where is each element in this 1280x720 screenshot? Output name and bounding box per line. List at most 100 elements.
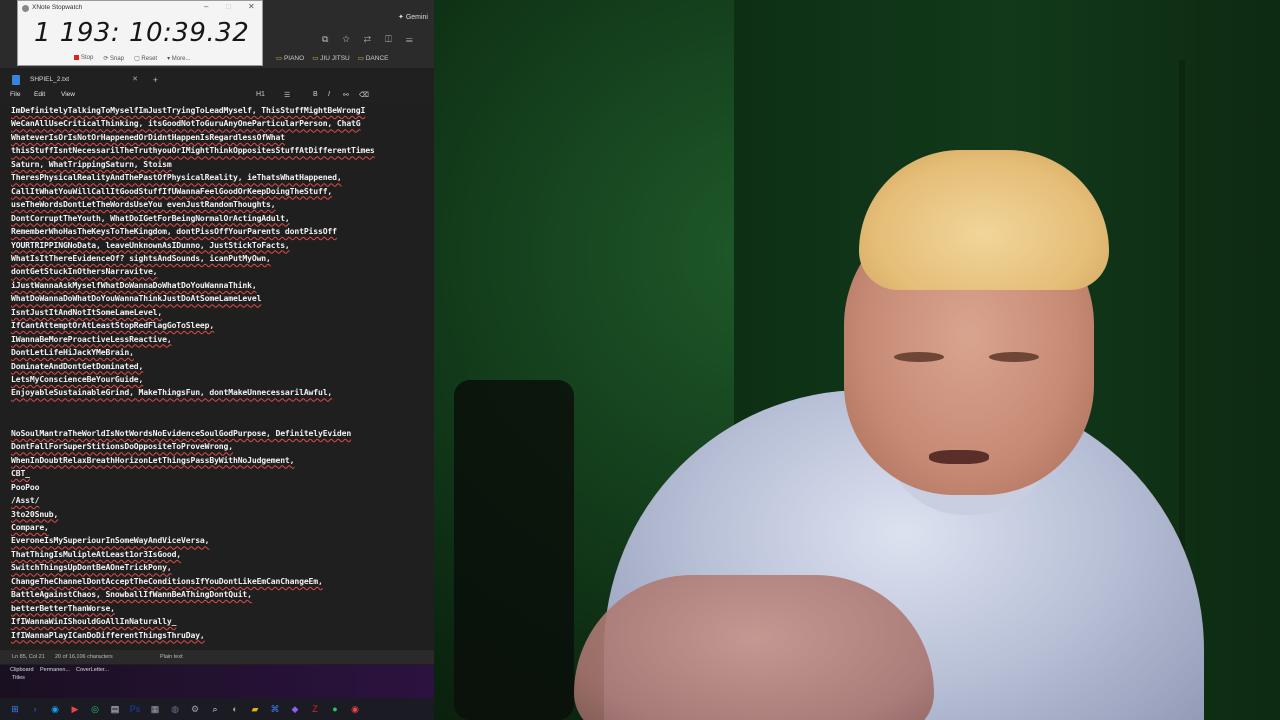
browser-nav-icons[interactable]: ⧉☆⇄◫☰	[322, 34, 427, 45]
clipboard-label: Clipboard	[10, 667, 34, 673]
editor-line: NoSoulMantraTheWorldIsNotWordsNoEvidence…	[11, 427, 352, 438]
more-label: More...	[171, 56, 191, 62]
tab-title: SHPIEL_2.txt	[30, 76, 70, 83]
editor-line: IsntJustItAndNotItSomeLameLevel,	[11, 306, 163, 317]
editor-line: TheresPhysicalRealityAndThePastOfPhysica…	[11, 172, 342, 183]
app-icon[interactable]: ◐	[228, 702, 242, 716]
stopwatch-window: XNote Stopwatch – □ ✕ 1 193: 10:39.32 St…	[17, 0, 263, 66]
snap-label: Snap	[110, 56, 125, 62]
snap-button[interactable]: ⟳ Snap	[103, 55, 124, 62]
media-icon[interactable]: ▶	[68, 702, 82, 716]
notepad-tabbar: SHPIEL_2.txt ✕ +	[0, 70, 434, 88]
app4-icon[interactable]: ◉	[348, 702, 362, 716]
stopwatch-controls: Stop ⟳ Snap ▢ Reset ▾ More...	[74, 55, 190, 62]
italic-icon[interactable]: I	[328, 91, 330, 98]
stopwatch-title: XNote Stopwatch	[32, 4, 83, 11]
editor-line: betterBetterThanWorse,	[11, 602, 115, 613]
tab-shpiel[interactable]: SHPIEL_2.txt ✕ +	[8, 73, 158, 87]
editor-line: WhatDoWannaDoWhatDoYouWannaThinkJustDoAt…	[11, 293, 262, 304]
plus-icon[interactable]: +	[153, 73, 158, 87]
photoshop-icon[interactable]: Ps	[128, 702, 142, 716]
menu-view[interactable]: View	[61, 91, 75, 98]
app3-icon[interactable]: ●	[328, 702, 342, 716]
editor-line: WhenInDoubtRelaxBreathHorizonLetThingsPa…	[11, 454, 295, 465]
menu-file[interactable]: File	[10, 91, 20, 98]
chrome-icon[interactable]: ◎	[88, 702, 102, 716]
minimize-icon[interactable]: –	[204, 2, 208, 11]
editor-line: iJustWannaAskMyselfWhatDoWannaDoWhatDoYo…	[11, 279, 257, 290]
gemini-label: Gemini	[405, 14, 428, 21]
notepad-icon[interactable]: ▦	[148, 702, 162, 716]
editor-line: CallItWhatYouWillCallItGoodStuffIfUWanna…	[11, 185, 333, 196]
cursor-position: Ln 85, Col 21	[12, 654, 45, 660]
bookmark-jiu-jitsu[interactable]: JIU JITSU	[312, 54, 350, 62]
editor-line: WhatIsItThereEvidenceOf? sightsAndSounds…	[11, 252, 271, 263]
stopwatch-time: 1 193: 10:39.32	[34, 18, 250, 48]
maximize-icon: □	[226, 2, 231, 11]
menu-edit[interactable]: Edit	[34, 91, 45, 98]
filezilla-icon[interactable]: Z	[308, 702, 322, 716]
clear-format-icon[interactable]: ⌫	[359, 91, 369, 99]
vscode-icon[interactable]: ⌘	[268, 702, 282, 716]
reset-button[interactable]: ▢ Reset	[134, 55, 157, 62]
person-mouth	[929, 450, 989, 464]
editor-line: DominateAndDontGetDominated,	[11, 360, 144, 371]
list-icon[interactable]: ☰	[284, 91, 290, 99]
editor-line: IfIWannaPlayICanDoDifferentThingsThruDay…	[11, 629, 205, 640]
editor-line: DontFallForSuperStitionsDoOppositeToProv…	[11, 441, 233, 452]
editor-line: BattleAgainstChaos, SnowballIfWannBeAThi…	[11, 589, 252, 600]
file-format: Plain text	[160, 654, 183, 660]
clipboard-strip: Clipboard Permanen... CoverLetter... Tit…	[0, 665, 434, 698]
reset-label: Reset	[141, 56, 158, 62]
text-editor[interactable]: ImDefinitelyTalkingToMyselfImJustTryingT…	[0, 104, 434, 649]
clipboard-item[interactable]: Permanen...	[40, 667, 70, 673]
editor-line: RememberWhoHasTheKeysToTheKingdom, dontP…	[11, 226, 337, 237]
editor-line: /Asst/	[11, 495, 40, 506]
gemini-button[interactable]: ✦ Gemini	[398, 13, 428, 21]
file-icon[interactable]: ▤	[108, 702, 122, 716]
editor-line: ThatThingIsMulipleAtLeast1or3IsGood,	[11, 548, 182, 559]
editor-line: useTheWordsDontLetTheWordsUseYou evenJus…	[11, 199, 276, 210]
editor-line: Compare,	[11, 521, 49, 532]
search-icon[interactable]: ⌕	[208, 702, 222, 716]
editor-line: CBT_	[11, 468, 30, 479]
stopwatch-app-icon	[22, 5, 29, 12]
clipboard-item[interactable]: CoverLetter...	[76, 667, 109, 673]
notepad-menubar: File Edit View H1 ☰ B I ⚯ ⌫	[0, 88, 434, 102]
editor-line: EnjoyableSustainableGrind, MakeThingsFun…	[11, 387, 333, 398]
windows-start-icon[interactable]: ⊞	[8, 702, 22, 716]
folder-icon[interactable]: ▰	[248, 702, 262, 716]
stop-button[interactable]: Stop	[74, 55, 93, 62]
terminal-icon[interactable]: ›	[28, 702, 42, 716]
bold-icon[interactable]: B	[313, 91, 318, 98]
obs-icon[interactable]: ◍	[168, 702, 182, 716]
stop-label: Stop	[81, 55, 94, 62]
editor-line: DontLetLifeHiJackYMeBrain,	[11, 347, 134, 358]
webcam-feed	[434, 0, 1280, 720]
app2-icon[interactable]: ◆	[288, 702, 302, 716]
link-icon[interactable]: ⚯	[343, 91, 349, 99]
editor-line: Saturn, WhatTrippingSaturn, Stoism	[11, 158, 172, 169]
heading-dropdown[interactable]: H1	[256, 91, 265, 98]
person-eye-right	[989, 352, 1039, 362]
bookmark-dance[interactable]: DANCE	[358, 54, 389, 62]
close-icon[interactable]: ✕	[132, 73, 138, 87]
person-eye-left	[894, 352, 944, 362]
bookmark-piano[interactable]: PIANO	[276, 54, 304, 62]
chair	[454, 380, 574, 720]
character-count: 20 of 16,106 characters	[55, 654, 113, 660]
more-button[interactable]: ▾ More...	[167, 55, 190, 62]
document-icon	[12, 75, 20, 85]
edge-icon[interactable]: ◉	[48, 702, 62, 716]
taskbar: ⊞ › ◉ ▶ ◎ ▤ Ps ▦ ◍ ⚙ ⌕ ◐ ▰ ⌘ ◆ Z ● ◉	[0, 698, 434, 720]
close-icon[interactable]: ✕	[248, 2, 255, 11]
editor-line: PooPoo	[11, 481, 40, 492]
editor-line: IfIWannaWinIShouldGoAllInNaturally_	[11, 616, 177, 627]
editor-line: ImDefinitelyTalkingToMyselfImJustTryingT…	[11, 105, 366, 115]
editor-line: dontGetStuckInOthersNarravitve,	[11, 266, 158, 277]
editor-line: EveroneIsMySuperiourInSomeWayAndViceVers…	[11, 535, 210, 546]
editor-line: 3to20Snub,	[11, 508, 59, 519]
person-hand	[574, 575, 934, 720]
editor-line: YOURTRIPPINGNoData, leaveUnknownAsIDunno…	[11, 239, 290, 250]
settings-icon[interactable]: ⚙	[188, 702, 202, 716]
